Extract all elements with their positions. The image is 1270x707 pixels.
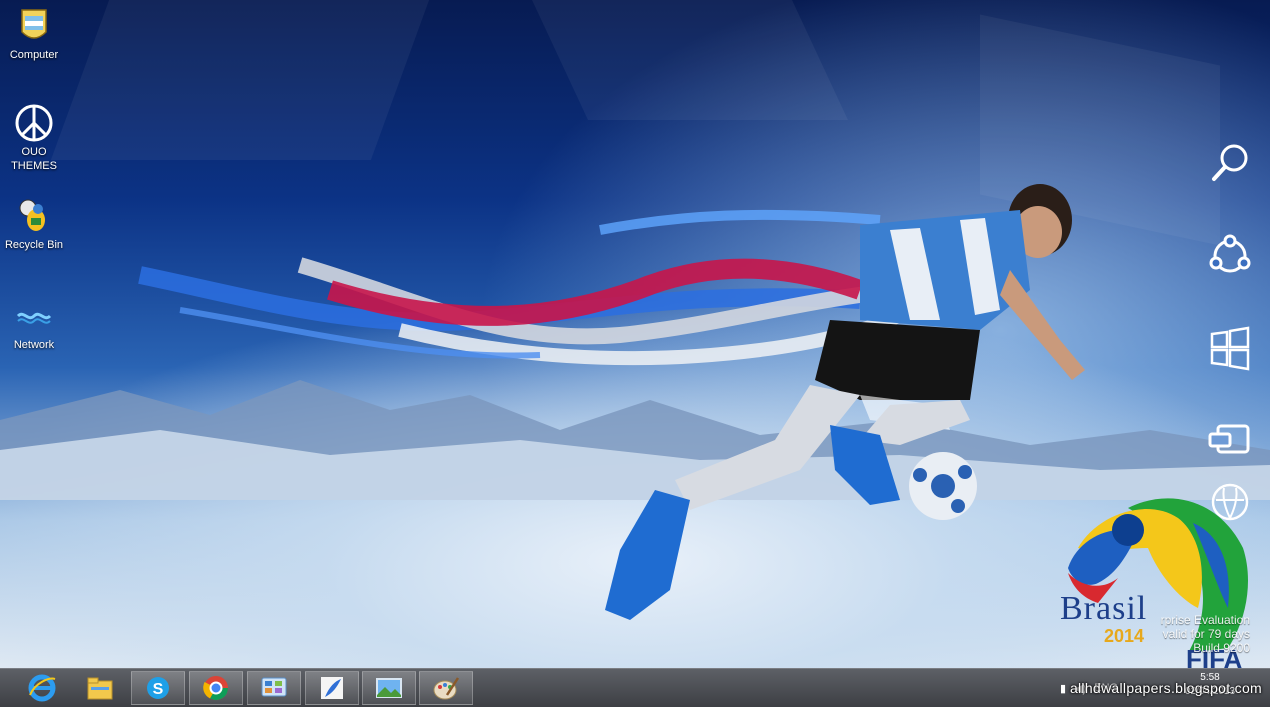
taskbar-item-chrome[interactable] <box>189 671 243 705</box>
start-icon <box>1210 326 1250 371</box>
skype-icon: S <box>147 677 169 699</box>
desktop-icon-label: OUO THEMES <box>11 146 57 172</box>
network-status-icon[interactable]: ▮ <box>1060 682 1066 695</box>
photo-viewer-icon <box>376 678 402 698</box>
desktop-icon-label: Computer <box>9 49 59 61</box>
desktop-icon-computer[interactable]: Computer <box>0 6 70 62</box>
desktop-icon-label: Network <box>13 339 55 351</box>
taskbar-item-control-panel[interactable] <box>247 671 301 705</box>
taskbar-item-paint[interactable] <box>419 671 473 705</box>
paint-icon <box>433 677 460 700</box>
desktop-icon-network[interactable]: Network <box>0 296 70 352</box>
fuleco-mascot-icon <box>19 199 45 231</box>
evaluation-watermark: rprise Evaluation valid for 79 days Buil… <box>1161 613 1250 655</box>
desktop-icon-label: Recycle Bin <box>4 239 64 251</box>
peace-sign-icon <box>15 104 53 142</box>
desktop-icon-recycle-bin[interactable]: Recycle Bin <box>0 196 70 252</box>
charm-search[interactable] <box>1204 138 1256 190</box>
search-icon <box>1212 144 1248 181</box>
devices-icon <box>1208 424 1250 454</box>
taskbar-item-photo-viewer[interactable] <box>362 671 416 705</box>
charm-devices[interactable] <box>1204 414 1256 466</box>
taskbar-item-file-explorer[interactable] <box>73 671 127 705</box>
charm-start[interactable] <box>1204 322 1256 374</box>
eval-line-3: Build 9200 <box>1193 641 1250 655</box>
network-icon <box>16 312 52 324</box>
argentina-crest-icon <box>21 9 47 39</box>
site-credit-watermark: allhdwallpapers.blogspot.com <box>1069 680 1262 696</box>
chrome-icon <box>203 676 228 701</box>
internet-explorer-icon <box>28 674 56 702</box>
feather-app-icon <box>321 677 343 699</box>
taskbar-item-skype[interactable]: S <box>131 671 185 705</box>
taskbar-item-feather-app[interactable] <box>305 671 359 705</box>
taskbar-item-internet-explorer[interactable] <box>15 671 69 705</box>
charm-share[interactable] <box>1204 230 1256 282</box>
file-explorer-icon <box>87 677 113 700</box>
desktop-icon-ouo-themes[interactable]: OUO THEMES <box>0 103 70 173</box>
share-icon <box>1209 234 1251 273</box>
svg-text:S: S <box>153 681 164 698</box>
eval-line-2: valid for 79 days <box>1162 627 1250 641</box>
logo-brand-text: Brasil <box>1060 590 1148 627</box>
eval-line-1: rprise Evaluation <box>1160 613 1250 627</box>
logo-year-text: 2014 <box>1104 626 1145 646</box>
football-player-image <box>605 184 1085 620</box>
control-panel-icon <box>261 677 287 697</box>
